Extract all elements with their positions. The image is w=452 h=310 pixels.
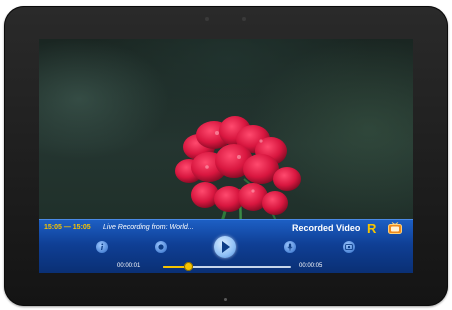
video-player: 15:05 — 15:05 Live Recording from: World… [39, 39, 413, 273]
controls-row [39, 236, 413, 258]
home-indicator [224, 298, 227, 301]
screenshot-icon [345, 244, 353, 251]
live-recording-text: Live Recording from: World... [103, 224, 194, 231]
time-range: 15:05 — 15:05 [44, 224, 91, 231]
front-camera [205, 17, 209, 21]
current-time: 00:00:01 [117, 263, 141, 269]
record-button[interactable] [155, 241, 167, 253]
microphone-icon [287, 243, 293, 251]
recorded-video-label: Recorded Video [292, 223, 361, 233]
recorded-badge: R [367, 221, 377, 236]
info-icon [101, 243, 104, 250]
info-button[interactable] [96, 241, 108, 253]
sensor [242, 17, 246, 21]
total-time: 00:00:05 [299, 263, 323, 269]
seek-handle[interactable] [184, 262, 194, 271]
record-icon [158, 244, 164, 250]
screenshot-button[interactable] [343, 241, 355, 253]
player-control-bar: 15:05 — 15:05 Live Recording from: World… [39, 219, 413, 273]
progress-row: 00:00:01 00:00:05 [39, 258, 413, 272]
play-button[interactable] [214, 236, 236, 258]
tv-icon[interactable] [388, 222, 402, 234]
microphone-button[interactable] [284, 241, 296, 253]
seek-bar[interactable] [163, 266, 291, 268]
